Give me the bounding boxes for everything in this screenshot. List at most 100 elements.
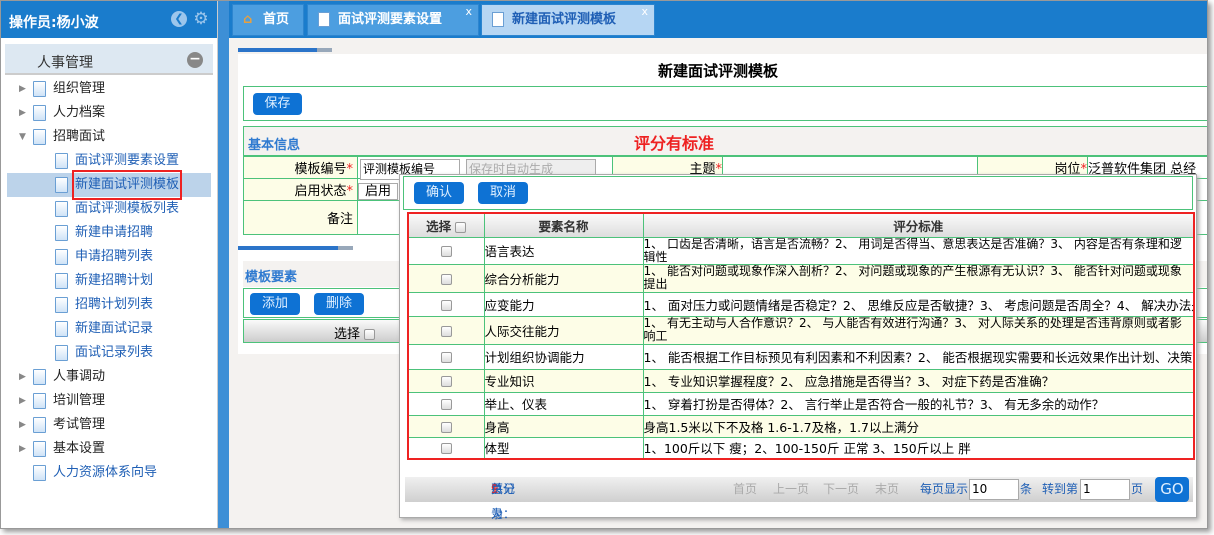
row-checkbox[interactable] (440, 443, 452, 455)
sidebar-item-label: 考试管理 (53, 417, 106, 432)
tab-element-settings[interactable]: 面试评测要素设置 x (307, 4, 479, 36)
sidebar-item[interactable]: 面试评测要素设置 (7, 149, 211, 173)
close-icon[interactable]: x (641, 1, 648, 27)
close-icon[interactable]: x (465, 1, 472, 27)
sidebar-item[interactable]: 面试评测模板列表 (7, 197, 211, 221)
document-icon (55, 321, 68, 337)
caret-right-icon[interactable]: ▶ (19, 437, 26, 461)
sidebar-item[interactable]: ▶ 基本设置 (7, 437, 211, 461)
tab-home[interactable]: ⌂ 首页 (232, 4, 304, 36)
sidebar-item[interactable]: ▶ 人力档案 (7, 101, 211, 125)
table-row[interactable]: 综合分析能力 1、 能否对问题或现象作深入剖析？2、 对问题或现象的产生根源有无认… (407, 263, 1195, 293)
sidebar-item[interactable]: 招聘计划列表 (7, 293, 211, 317)
document-icon (492, 12, 504, 27)
row-checkbox[interactable] (440, 325, 452, 337)
per-page-input[interactable]: 10 (969, 479, 1019, 500)
caret-right-icon[interactable]: ▶ (19, 101, 26, 125)
sidebar-item[interactable]: 新建申请招聘 (7, 221, 211, 245)
sidebar-item[interactable]: ▶ 培训管理 (7, 389, 211, 413)
row-checkbox[interactable] (440, 399, 452, 410)
table-row[interactable]: 举止、仪表 1、 穿着打扮是否得体？2、 言行举止是否符合一般的礼节？3、 有无多… (407, 391, 1195, 416)
sidebar-item[interactable]: ▶ 人事调动 (7, 365, 211, 389)
table-row[interactable]: 语言表达 1、 口齿是否清晰，语言是否流畅？2、 用词是否得当、意思表达是否准确？… (407, 236, 1195, 265)
prev-page-link[interactable]: 上一页 (773, 477, 809, 502)
criteria-text: 1、 能否根据工作目标预见有利因素和不利因素？2、 能否根据现实需要和长远效果作… (642, 343, 1195, 370)
first-page-link[interactable]: 首页 (733, 477, 757, 502)
collapse-icon[interactable]: ❮ (171, 11, 187, 27)
table-row[interactable]: 人际交往能力 1、 有无主动与人合作意识？2、 与人能否有效进行沟通？3、 对人际… (407, 315, 1195, 345)
caret-right-icon[interactable]: ▶ (19, 77, 26, 101)
caret-right-icon[interactable]: ▶ (19, 389, 26, 413)
sidebar-item-label: 人事调动 (53, 369, 106, 384)
delete-button[interactable]: 删除 (314, 293, 364, 315)
goto-label: 转到第 (1042, 482, 1079, 496)
row-checkbox[interactable] (440, 421, 452, 433)
goto-unit: 页 (1131, 482, 1144, 496)
select-all-checkbox[interactable] (364, 329, 376, 340)
sidebar-item[interactable]: 新建面试记录 (7, 317, 211, 341)
select-all-checkbox[interactable] (455, 221, 467, 233)
row-checkbox[interactable] (440, 246, 452, 257)
document-icon (33, 369, 46, 385)
document-icon (33, 465, 46, 481)
row-checkbox[interactable] (440, 352, 452, 363)
last-page-link[interactable]: 末页 (875, 477, 899, 502)
element-name: 体型 (483, 436, 644, 460)
criteria-text: 身高1.5米以下不及格 1.6-1.7及格，1.7以上满分 (642, 414, 1195, 438)
element-name: 应变能力 (483, 291, 644, 317)
table-row[interactable]: 计划组织协调能力 1、 能否根据工作目标预见有利因素和不利因素？2、 能否根据现实… (407, 343, 1195, 370)
sidebar-item[interactable]: 申请招聘列表 (7, 245, 211, 269)
element-name: 举止、仪表 (483, 391, 644, 416)
sidebar-item[interactable]: ▶ 组织管理 (7, 77, 211, 101)
element-name: 综合分析能力 (483, 263, 644, 293)
table-row[interactable]: 应变能力 1、 面对压力或问题情绪是否稳定？2、 思维反应是否敏捷？3、 考虑问题… (407, 291, 1195, 317)
sidebar-item[interactable]: 面试记录列表 (7, 341, 211, 365)
row-checkbox[interactable] (440, 273, 452, 285)
field-label: 启用状态 (294, 184, 347, 199)
add-button[interactable]: 添加 (250, 293, 300, 315)
criteria-text: 1、 口齿是否清晰，语言是否流畅？2、 用词是否得当、意思表达是否准确？3、 内… (642, 236, 1195, 265)
sidebar-group-hr[interactable]: 人事管理 − (5, 44, 213, 75)
sidebar-item-label: 新建招聘计划 (75, 273, 154, 288)
collapse-group-icon[interactable]: − (187, 52, 203, 68)
gear-icon[interactable]: ⚙ (193, 11, 209, 28)
go-button[interactable]: GO (1155, 477, 1189, 502)
criteria-text: 1、 专业知识掌握程度？2、 应急措施是否得当？3、 对症下药是否准确？ (642, 368, 1195, 393)
row-checkbox[interactable] (440, 376, 452, 387)
sidebar-item-label: 面试记录列表 (75, 345, 154, 360)
per-page-label: 每页显示 (920, 482, 969, 496)
confirm-button[interactable]: 确认 (414, 182, 464, 204)
cancel-button[interactable]: 取消 (478, 182, 528, 204)
document-icon (55, 201, 68, 217)
sidebar-item-label: 新建面试记录 (75, 321, 154, 336)
status-select[interactable]: 启用 (358, 183, 399, 200)
tab-new-template[interactable]: 新建面试评测模板 x (481, 4, 655, 36)
document-icon (55, 297, 68, 313)
element-name: 专业知识 (483, 368, 644, 393)
sidebar-item[interactable]: 新建招聘计划 (7, 269, 211, 293)
document-icon (55, 345, 68, 361)
document-icon (318, 12, 330, 27)
criteria-text: 1、 穿着打扮是否得体？2、 言行举止是否符合一般的礼节？3、 有无多余的动作？ (642, 391, 1195, 416)
caret-right-icon[interactable]: ▶ (19, 365, 26, 389)
column-header-name: 要素名称 (483, 212, 644, 238)
sidebar-item[interactable]: 人力资源体系向导 (7, 461, 211, 485)
document-icon (33, 441, 46, 457)
save-button[interactable]: 保存 (253, 93, 302, 115)
caret-down-icon[interactable]: ▼ (19, 125, 26, 149)
group-label: 人事管理 (37, 55, 93, 71)
table-row[interactable]: 身高 身高1.5米以下不及格 1.6-1.7及格，1.7以上满分 (407, 414, 1195, 438)
table-row[interactable]: 专业知识 1、 专业知识掌握程度？2、 应急措施是否得当？3、 对症下药是否准确？ (407, 368, 1195, 393)
caret-right-icon[interactable]: ▶ (19, 413, 26, 437)
sidebar-item[interactable]: ▼ 招聘面试 (7, 125, 211, 149)
goto-page-input[interactable]: 1 (1080, 479, 1130, 500)
next-page-link[interactable]: 下一页 (823, 477, 859, 502)
document-icon (33, 81, 46, 97)
table-row[interactable]: 体型 1、100斤以下 瘦；2、100-150斤 正常 3、150斤以上 胖 (407, 436, 1195, 460)
required-mark: * (346, 184, 354, 199)
section-title: 基本信息 (248, 138, 301, 153)
sidebar-item[interactable]: ▶ 考试管理 (7, 413, 211, 437)
sidebar-splitter[interactable] (218, 1, 229, 528)
row-checkbox[interactable] (440, 299, 452, 311)
sidebar-item[interactable]: 新建面试评测模板 (7, 170, 211, 200)
